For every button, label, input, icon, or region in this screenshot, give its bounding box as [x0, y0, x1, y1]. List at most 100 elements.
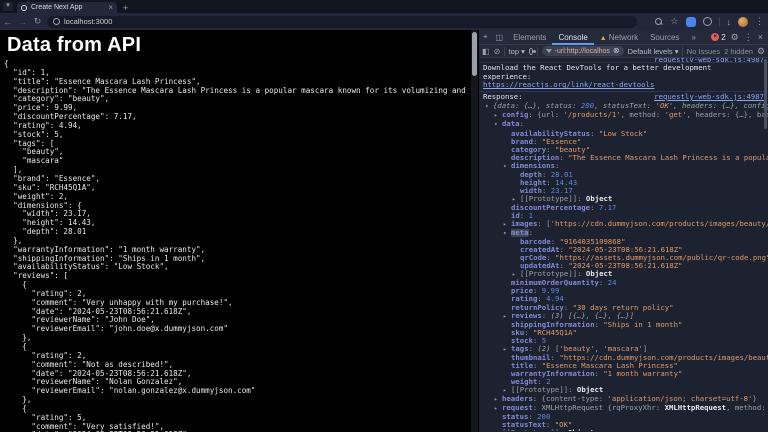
profile-mode-icon[interactable] — [702, 17, 712, 26]
console-sidebar-icon[interactable]: ◧ — [482, 47, 490, 56]
expand-arrow-icon[interactable]: ▸ — [494, 396, 502, 404]
more-tabs-icon[interactable]: » — [685, 30, 701, 45]
hidden-messages-count[interactable]: 2 hidden — [724, 47, 753, 56]
site-info-icon[interactable] — [53, 18, 60, 25]
issues-counter[interactable]: No Issues — [687, 47, 720, 56]
devtools-settings-icon[interactable]: ⚙ — [731, 32, 739, 43]
console-row: ▸ request: XMLHttpRequest {rqProxyXhr: XM… — [479, 404, 768, 413]
filter-value: -url:http://localhos — [554, 47, 610, 55]
devtools-panel: ⌖ ◫ Elements Console ▲ Network Sources » … — [478, 30, 768, 432]
tab-elements[interactable]: Elements — [507, 30, 552, 45]
console-row: id: 1 — [479, 212, 768, 220]
context-selector[interactable]: top ▾ — [509, 47, 525, 56]
console-token: : — [554, 161, 560, 170]
clear-console-icon[interactable]: ⊘ — [494, 47, 501, 56]
new-tab-button[interactable]: + — [123, 3, 128, 13]
log-levels-dropdown[interactable]: Default levels ▾ — [628, 47, 679, 56]
collapse-arrow-icon[interactable]: ▾ — [503, 163, 511, 171]
forward-icon[interactable]: → — [15, 17, 30, 27]
console-token: "1 month warranty" — [603, 369, 683, 378]
tab-console[interactable]: Console — [552, 30, 593, 45]
avatar[interactable] — [738, 16, 748, 27]
toolbar-divider — [718, 16, 720, 27]
console-token: height — [520, 178, 547, 187]
console-settings-icon[interactable]: ⚙ — [757, 46, 765, 57]
device-toolbar-icon[interactable]: ◫ — [492, 33, 508, 42]
console-row: warrantyInformation: "1 month warranty" — [479, 370, 768, 378]
console-token: : — [532, 137, 542, 146]
console-token: : — [563, 303, 573, 312]
console-token: 'get' — [664, 111, 687, 120]
console-token: "30 days return policy" — [572, 303, 674, 312]
console-token: : — [541, 311, 551, 320]
collapse-arrow-icon[interactable]: ▾ — [503, 230, 511, 238]
console-token: depth — [520, 170, 542, 179]
console-token: 5 — [541, 336, 547, 345]
tab-close-icon[interactable]: × — [108, 3, 113, 12]
console-row: ▸[[Prototype]]: Object — [479, 429, 768, 431]
console-token: Object — [585, 194, 613, 203]
expand-arrow-icon[interactable]: ▸ — [503, 346, 511, 354]
devtools-close-icon[interactable]: × — [758, 32, 763, 42]
browser-menu-icon[interactable]: ⋮ — [755, 16, 764, 27]
error-badge[interactable]: × 2 — [711, 32, 726, 42]
back-icon[interactable]: ← — [0, 17, 15, 27]
bookmark-star-icon[interactable]: ☆ — [670, 16, 678, 27]
tab-sources[interactable]: Sources — [644, 30, 685, 45]
console-token: category — [511, 145, 547, 154]
tab-network[interactable]: ▲ Network — [594, 30, 644, 45]
download-icon[interactable]: ↓ — [727, 17, 732, 27]
console-token: "2024-05-23T08:56:21.618Z" — [568, 262, 683, 271]
url-text[interactable]: localhost:3000 — [64, 17, 112, 26]
collapse-arrow-icon[interactable]: ▾ — [485, 103, 493, 111]
console-token: "beauty" — [554, 145, 591, 154]
filter-funnel-icon — [545, 49, 552, 53]
console-token: 2 — [546, 377, 551, 386]
address-bar[interactable]: localhost:3000 — [47, 15, 637, 28]
console-token: title — [511, 361, 533, 370]
browser-tab[interactable]: Create Next App × — [17, 2, 117, 13]
source-link[interactable]: requestly-web-sdk.js:4987 — [654, 92, 764, 102]
page-scrollbar[interactable] — [471, 30, 478, 432]
console-token: (2) — [537, 344, 555, 353]
filter-clear-icon[interactable]: ⊗ — [613, 47, 620, 55]
console-token: 9.99 — [541, 287, 560, 296]
react-devtools-message: Download the React DevTools for a better… — [479, 63, 768, 92]
console-token: : — [577, 270, 586, 279]
console-token: : — [545, 421, 555, 430]
devtools-scrollbar-thumb[interactable] — [764, 59, 767, 129]
reload-icon[interactable]: ↻ — [30, 16, 45, 27]
collapse-arrow-icon[interactable]: ▾ — [494, 121, 502, 129]
expand-arrow-icon[interactable]: ▸ — [494, 430, 502, 431]
expand-arrow-icon[interactable]: ▸ — [494, 405, 502, 413]
live-expression-eye-icon[interactable] — [528, 47, 537, 55]
console-token: [[Prototype]] — [511, 385, 569, 394]
console-row: barcode: "9164035109868" — [479, 238, 768, 246]
error-count: 2 — [721, 32, 726, 42]
search-icon[interactable] — [655, 17, 663, 26]
console-token: 'OK' — [655, 102, 674, 111]
expand-arrow-icon[interactable]: ▸ — [503, 387, 511, 395]
devtools-menu-icon[interactable]: ⋮ — [744, 32, 753, 43]
react-devtools-link[interactable]: https://reactjs.org/link/react-devtools — [483, 80, 654, 89]
devtools-scrollbar[interactable] — [763, 58, 768, 431]
console-row: stock: 5 — [479, 337, 768, 345]
response-log-header: Response: requestly-web-sdk.js:4987 — [479, 92, 768, 103]
console-token: "https://cdn.dummyjson.com/products/imag… — [559, 353, 768, 362]
console-token: 'beauty' — [559, 344, 595, 353]
expand-arrow-icon[interactable]: ▸ — [503, 313, 511, 321]
page-scrollbar-thumb[interactable] — [472, 32, 477, 76]
console-row: ▾ {data: {…}, status: 200, statusText: 'O… — [479, 102, 768, 111]
console-token: thumbnail — [511, 353, 551, 362]
console-token: id — [511, 211, 520, 220]
message-text: Download the React DevTools for a better… — [483, 63, 712, 81]
inspect-element-icon[interactable]: ⌖ — [479, 32, 492, 42]
console-row: ▾ meta: — [479, 229, 768, 238]
tab-search-button[interactable]: ▾ — [3, 2, 13, 11]
extension-icon[interactable] — [685, 16, 696, 27]
expand-arrow-icon[interactable]: ▸ — [503, 221, 511, 229]
expand-arrow-icon[interactable]: ▸ — [512, 271, 520, 279]
expand-arrow-icon[interactable]: ▸ — [494, 112, 502, 120]
expand-arrow-icon[interactable]: ▸ — [512, 196, 520, 204]
console-filter-input[interactable]: -url:http://localhos ⊗ — [541, 46, 624, 56]
